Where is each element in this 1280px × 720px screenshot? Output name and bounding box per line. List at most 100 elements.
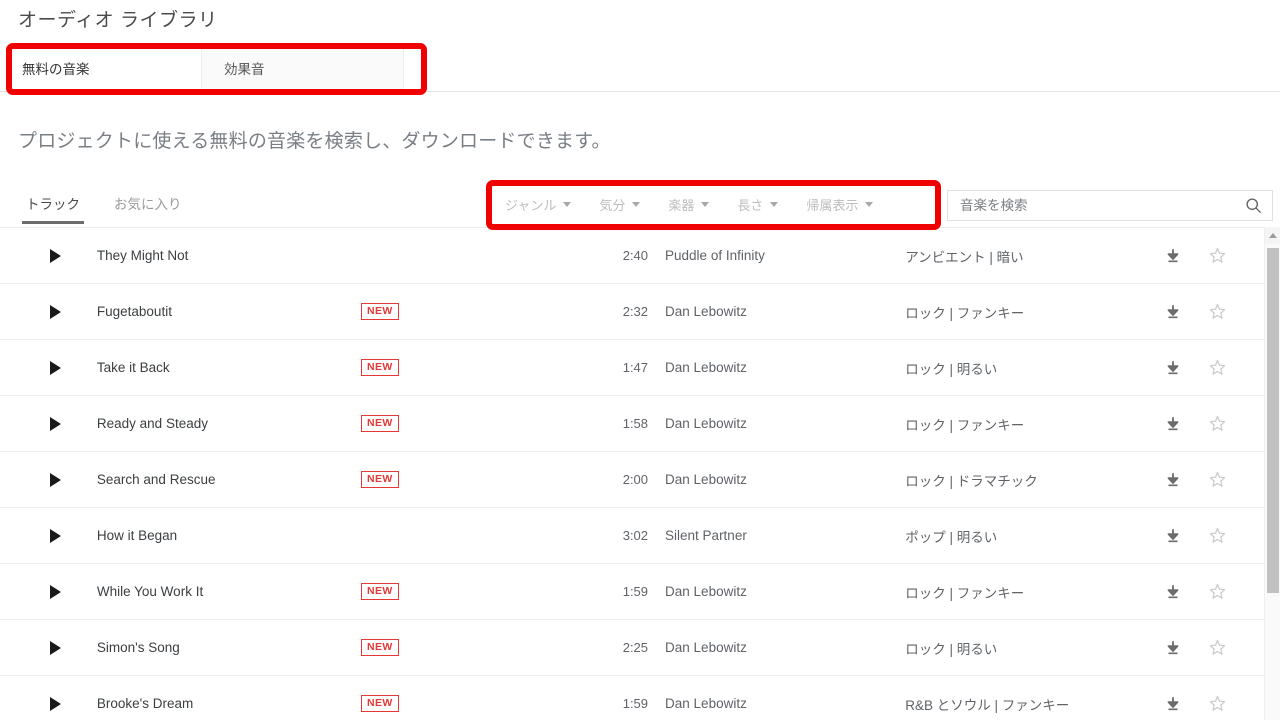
track-title[interactable]: Fugetaboutit	[97, 304, 361, 319]
table-row[interactable]: Ready and Steady NEW 1:58 Dan Lebowitz ロック |…	[0, 396, 1264, 452]
filter-label: ジャンル	[505, 198, 557, 213]
play-icon[interactable]	[50, 304, 61, 319]
track-genre: ロック | 明るい	[905, 361, 998, 377]
sub-tab-favorites[interactable]: お気に入り	[110, 183, 186, 227]
play-icon[interactable]	[50, 528, 61, 543]
track-title[interactable]: Ready and Steady	[97, 416, 361, 431]
table-row[interactable]: They Might Not 2:40 Puddle of Infinity アンビエ…	[0, 228, 1264, 284]
track-title[interactable]: They Might Not	[97, 248, 361, 263]
scroll-up-arrow-icon	[1268, 233, 1277, 238]
star-outline-icon[interactable]	[1208, 470, 1227, 489]
table-row[interactable]: How it Began 3:02 Silent Partner ポップ | 明るい	[0, 508, 1264, 564]
play-icon[interactable]	[50, 248, 61, 263]
sub-tab-bar: トラック お気に入り	[22, 183, 186, 227]
download-icon[interactable]	[1164, 639, 1182, 657]
track-duration: 2:40	[622, 248, 649, 263]
vertical-scrollbar[interactable]	[1264, 227, 1280, 720]
track-artist: Dan Lebowitz	[665, 640, 747, 655]
track-genre: ロック | ファンキー	[905, 585, 1025, 601]
audio-library-page: オーディオ ライブラリ 無料の音楽 効果音 プロジェクトに使える無料の音楽を検索…	[0, 0, 1280, 720]
sub-tab-tracks[interactable]: トラック	[22, 183, 84, 227]
download-icon[interactable]	[1164, 471, 1182, 489]
status-badge: NEW	[360, 358, 399, 377]
new-badge-cell: NEW	[360, 302, 586, 321]
track-duration: 2:32	[622, 304, 649, 319]
track-title[interactable]: Search and Rescue	[97, 472, 361, 487]
row-actions	[1164, 246, 1264, 265]
status-badge: NEW	[360, 302, 399, 321]
track-artist: Dan Lebowitz	[665, 304, 747, 319]
filter-genre[interactable]: ジャンル	[505, 195, 572, 214]
row-actions	[1164, 694, 1264, 713]
play-icon[interactable]	[50, 640, 61, 655]
search-box[interactable]	[947, 190, 1273, 221]
star-outline-icon[interactable]	[1208, 302, 1227, 321]
filter-label: 気分	[599, 198, 626, 213]
filter-duration[interactable]: 長さ	[737, 195, 779, 214]
search-input[interactable]	[958, 197, 1245, 214]
star-outline-icon[interactable]	[1208, 694, 1227, 713]
chevron-down-icon	[563, 202, 572, 207]
play-cell	[0, 304, 97, 319]
track-genre: ロック | 明るい	[905, 641, 998, 657]
table-row[interactable]: Simon's Song NEW 2:25 Dan Lebowitz ロック | 明るい	[0, 620, 1264, 676]
play-icon[interactable]	[50, 472, 61, 487]
play-cell	[0, 584, 97, 599]
new-badge-cell: NEW	[360, 582, 586, 601]
table-row[interactable]: Brooke's Dream NEW 1:59 Dan Lebowitz R&B とソウ…	[0, 676, 1264, 720]
search-icon[interactable]	[1245, 197, 1262, 214]
table-row[interactable]: Search and Rescue NEW 2:00 Dan Lebowitz ロック …	[0, 452, 1264, 508]
track-title[interactable]: While You Work It	[97, 584, 361, 599]
track-title[interactable]: Brooke's Dream	[97, 696, 361, 711]
table-row[interactable]: While You Work It NEW 1:59 Dan Lebowitz ロック …	[0, 564, 1264, 620]
top-tab-sound-effects[interactable]: 効果音	[202, 44, 404, 91]
download-icon[interactable]	[1164, 583, 1182, 601]
status-badge: NEW	[360, 694, 399, 713]
scrollbar-thumb[interactable]	[1267, 248, 1279, 593]
star-outline-icon[interactable]	[1208, 638, 1227, 657]
new-badge-cell: NEW	[360, 470, 586, 489]
row-actions	[1164, 582, 1264, 601]
page-title: オーディオ ライブラリ	[18, 10, 218, 31]
chevron-down-icon	[865, 202, 874, 207]
track-title[interactable]: Simon's Song	[97, 640, 361, 655]
track-table: They Might Not 2:40 Puddle of Infinity アンビエ…	[0, 227, 1264, 720]
star-outline-icon[interactable]	[1208, 526, 1227, 545]
scroll-up-button[interactable]	[1265, 227, 1280, 244]
star-outline-icon[interactable]	[1208, 414, 1227, 433]
download-icon[interactable]	[1164, 695, 1182, 713]
track-title[interactable]: Take it Back	[97, 360, 361, 375]
download-icon[interactable]	[1164, 247, 1182, 265]
play-icon[interactable]	[50, 584, 61, 599]
track-artist: Dan Lebowitz	[665, 696, 747, 711]
table-row[interactable]: Take it Back NEW 1:47 Dan Lebowitz ロック | 明るい	[0, 340, 1264, 396]
table-row[interactable]: Fugetaboutit NEW 2:32 Dan Lebowitz ロック | ファン…	[0, 284, 1264, 340]
filter-instrument[interactable]: 楽器	[668, 195, 710, 214]
row-actions	[1164, 526, 1264, 545]
track-genre: R&B とソウル | ファンキー	[905, 697, 1070, 713]
download-icon[interactable]	[1164, 303, 1182, 321]
track-artist: Puddle of Infinity	[665, 248, 765, 263]
track-title[interactable]: How it Began	[97, 528, 361, 543]
download-icon[interactable]	[1164, 527, 1182, 545]
filter-attribution[interactable]: 帰属表示	[806, 195, 874, 214]
filter-label: 長さ	[737, 198, 764, 213]
download-icon[interactable]	[1164, 359, 1182, 377]
top-tab-free-music[interactable]: 無料の音楽	[0, 44, 202, 91]
track-genre: ロック | ドラマチック	[905, 473, 1038, 489]
chevron-down-icon	[770, 202, 779, 207]
play-icon[interactable]	[50, 696, 61, 711]
play-icon[interactable]	[50, 360, 61, 375]
filter-mood[interactable]: 気分	[599, 195, 641, 214]
track-artist: Dan Lebowitz	[665, 472, 747, 487]
star-outline-icon[interactable]	[1208, 246, 1227, 265]
play-cell	[0, 248, 97, 263]
play-icon[interactable]	[50, 416, 61, 431]
star-outline-icon[interactable]	[1208, 358, 1227, 377]
download-icon[interactable]	[1164, 415, 1182, 433]
play-cell	[0, 416, 97, 431]
star-outline-icon[interactable]	[1208, 582, 1227, 601]
row-actions	[1164, 638, 1264, 657]
track-duration: 1:58	[622, 416, 649, 431]
top-tab-bar: 無料の音楽 効果音	[0, 44, 1280, 92]
